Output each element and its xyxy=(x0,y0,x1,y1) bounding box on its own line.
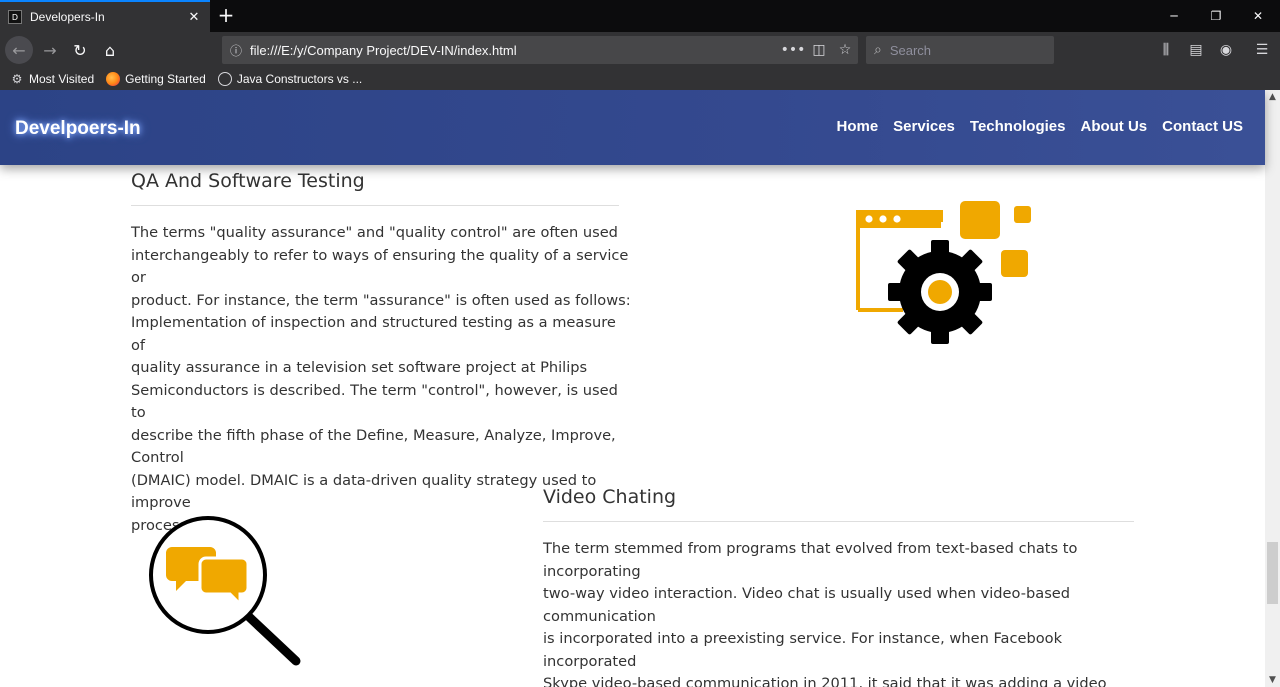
firefox-icon xyxy=(106,72,121,86)
bookmarks-toolbar: ⚙ Most Visited Getting Started Java Cons… xyxy=(0,68,1280,90)
nav-about-us[interactable]: About Us xyxy=(1080,118,1147,135)
gear-icon: ⚙ xyxy=(11,72,23,86)
minimize-icon[interactable]: ─ xyxy=(1152,0,1196,32)
search-bar[interactable]: ⌕ Search xyxy=(866,36,1054,64)
window-close-icon[interactable]: ✕ xyxy=(1236,0,1280,32)
text-line: two-way video interaction. Video chat is… xyxy=(543,585,1071,625)
text-line: describe the fifth phase of the Define, … xyxy=(131,426,616,467)
site-brand[interactable]: Develpoers-In xyxy=(15,118,141,140)
text-line: interchangeably to refer to ways of ensu… xyxy=(131,246,629,287)
browser-tab[interactable]: D Developers-In ✕ xyxy=(0,0,210,32)
page-viewport: Develpoers-In Home Services Technologies… xyxy=(0,90,1280,687)
search-icon: ⌕ xyxy=(874,42,882,58)
vertical-scrollbar[interactable]: ▲ ▼ xyxy=(1265,90,1280,687)
account-icon[interactable]: ◉ xyxy=(1212,36,1240,64)
text-line: Semiconductors is described. The term "c… xyxy=(131,381,618,422)
gear-window-icon xyxy=(856,201,1031,344)
text-line: product. For instance, the term "assuran… xyxy=(131,291,631,309)
bookmark-java-constructors[interactable]: Java Constructors vs ... xyxy=(217,72,363,86)
scroll-down-icon[interactable]: ▼ xyxy=(1265,675,1280,685)
home-icon: ⌂ xyxy=(104,40,116,60)
title-bar: D Developers-In ✕ + ─ ❐ ✕ xyxy=(0,0,1280,32)
home-button[interactable]: ⌂ xyxy=(96,36,124,64)
hamburger-icon[interactable]: ☰ xyxy=(1248,36,1276,64)
site-nav: Home Services Technologies About Us Cont… xyxy=(821,118,1243,135)
site-header: Develpoers-In Home Services Technologies… xyxy=(0,90,1265,165)
globe-icon xyxy=(217,72,232,86)
bookmark-most-visited[interactable]: ⚙ Most Visited xyxy=(10,72,95,86)
text-line: quality assurance in a television set so… xyxy=(131,359,588,376)
nav-services[interactable]: Services xyxy=(893,118,955,135)
tab-title: Developers-In xyxy=(30,10,105,24)
tab-close-icon[interactable]: ✕ xyxy=(184,10,204,25)
scroll-up-icon[interactable]: ▲ xyxy=(1265,92,1280,102)
magnifier-chat-icon xyxy=(149,516,301,666)
scroll-thumb[interactable] xyxy=(1267,542,1278,604)
url-text[interactable]: file:///E:/y/Company Project/DEV-IN/inde… xyxy=(250,43,780,58)
bookmark-label: Getting Started xyxy=(125,72,206,86)
nav-technologies[interactable]: Technologies xyxy=(970,118,1066,135)
url-bar[interactable]: ⓘ file:///E:/y/Company Project/DEV-IN/in… xyxy=(222,36,858,64)
text-line: The term stemmed from programs that evol… xyxy=(543,540,1078,580)
search-placeholder[interactable]: Search xyxy=(890,43,931,58)
forward-button[interactable]: → xyxy=(36,36,64,64)
bookmark-getting-started[interactable]: Getting Started xyxy=(106,72,206,86)
nav-home[interactable]: Home xyxy=(836,118,878,135)
text-line: The terms "quality assurance" and "quali… xyxy=(131,224,618,241)
back-button[interactable]: ← xyxy=(5,36,33,64)
section-text-video-chat: The term stemmed from programs that evol… xyxy=(543,538,1143,687)
text-line: is incorporated into a preexisting servi… xyxy=(543,630,1063,670)
nav-contact-us[interactable]: Contact US xyxy=(1162,118,1243,135)
bookmark-label: Java Constructors vs ... xyxy=(236,72,363,86)
pocket-icon[interactable]: ◫ xyxy=(806,42,832,58)
reload-button[interactable]: ↻ xyxy=(66,36,94,64)
section-title-qa: QA And Software Testing xyxy=(131,170,365,192)
text-line: Implementation of inspection and structu… xyxy=(131,314,616,354)
tab-favicon-icon: D xyxy=(8,10,22,24)
reload-icon: ↻ xyxy=(73,40,87,60)
section-divider xyxy=(131,205,619,206)
info-icon[interactable]: ⓘ xyxy=(222,42,250,59)
arrow-right-icon: → xyxy=(43,40,57,60)
new-tab-button[interactable]: + xyxy=(214,3,238,27)
ellipsis-icon[interactable]: ••• xyxy=(780,42,806,58)
restore-icon[interactable]: ❐ xyxy=(1194,0,1238,32)
bookmark-label: Most Visited xyxy=(29,72,95,86)
section-divider xyxy=(543,521,1134,522)
library-icon[interactable]: ⫼ xyxy=(1152,36,1180,64)
text-line: Skype video-based communication in 2011,… xyxy=(543,675,1107,687)
star-icon[interactable]: ☆ xyxy=(832,42,858,58)
section-title-video-chat: Video Chating xyxy=(543,486,677,508)
sidebar-icon[interactable]: ▤ xyxy=(1182,36,1210,64)
arrow-left-icon: ← xyxy=(12,40,26,60)
navigation-toolbar: ← → ↻ ⌂ ⓘ file:///E:/y/Company Project/D… xyxy=(0,32,1280,68)
